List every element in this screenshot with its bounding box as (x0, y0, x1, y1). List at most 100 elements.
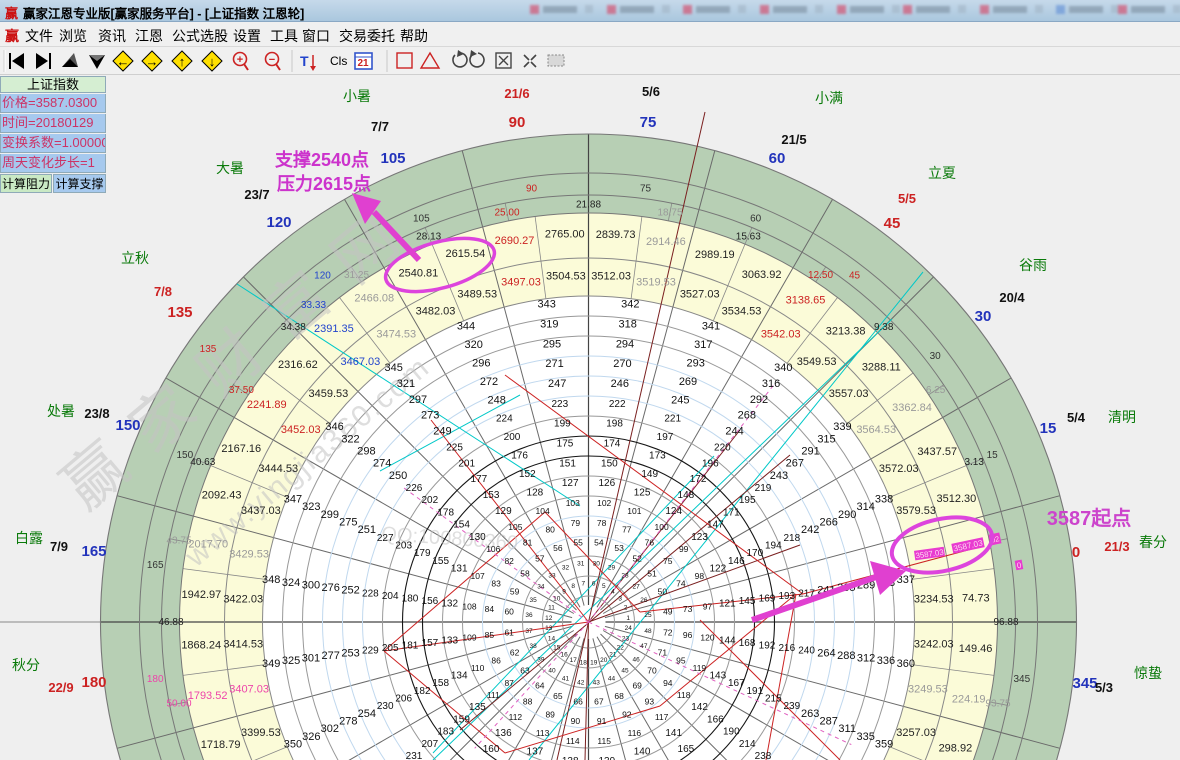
svg-text:46: 46 (632, 657, 640, 664)
svg-text:196: 196 (702, 458, 719, 469)
svg-text:→: → (146, 54, 159, 69)
svg-text:6.25: 6.25 (926, 385, 946, 396)
svg-text:126: 126 (598, 478, 615, 489)
svg-text:218: 218 (783, 533, 800, 544)
svg-text:71: 71 (658, 648, 668, 658)
svg-text:182: 182 (414, 686, 431, 697)
svg-text:247: 247 (548, 378, 566, 390)
svg-text:29: 29 (608, 565, 616, 572)
svg-text:140: 140 (634, 746, 651, 757)
svg-text:17: 17 (570, 657, 578, 664)
svg-text:74: 74 (676, 579, 686, 589)
svg-text:20: 20 (600, 657, 608, 664)
svg-text:3579.53: 3579.53 (896, 505, 936, 517)
svg-text:295: 295 (543, 338, 561, 350)
svg-text:132: 132 (441, 599, 458, 610)
svg-text:41: 41 (562, 675, 570, 682)
svg-text:146: 146 (728, 556, 745, 567)
svg-text:3213.38: 3213.38 (826, 325, 866, 337)
svg-text:201: 201 (458, 458, 475, 469)
svg-text:30: 30 (930, 351, 942, 362)
svg-text:40: 40 (548, 668, 556, 675)
svg-text:180: 180 (147, 674, 164, 685)
svg-text:148: 148 (678, 490, 695, 501)
svg-text:80: 80 (545, 525, 555, 535)
svg-text:147: 147 (707, 520, 724, 531)
svg-text:100: 100 (655, 522, 669, 532)
svg-text:345: 345 (385, 362, 403, 374)
svg-text:145: 145 (739, 596, 756, 607)
svg-text:13: 13 (545, 625, 553, 632)
svg-text:200: 200 (504, 432, 521, 443)
svg-text:340: 340 (774, 362, 792, 374)
svg-text:36: 36 (525, 612, 533, 619)
svg-text:296: 296 (472, 357, 490, 369)
svg-text:116: 116 (628, 728, 642, 738)
svg-text:56: 56 (553, 543, 563, 553)
svg-text:春分: 春分 (1139, 534, 1167, 550)
svg-text:3564.53: 3564.53 (856, 424, 896, 436)
svg-text:2092.43: 2092.43 (202, 490, 242, 502)
svg-text:31: 31 (577, 561, 585, 568)
svg-text:秋分: 秋分 (12, 657, 40, 673)
svg-text:231: 231 (406, 751, 423, 760)
svg-text:11: 11 (548, 605, 555, 612)
svg-text:183: 183 (437, 727, 454, 738)
svg-text:338: 338 (875, 494, 893, 506)
svg-text:3512.30: 3512.30 (937, 493, 977, 505)
svg-text:26: 26 (640, 597, 648, 604)
svg-text:1793.52: 1793.52 (188, 690, 228, 702)
svg-text:156: 156 (422, 596, 439, 607)
svg-text:95: 95 (676, 655, 686, 665)
svg-text:269: 269 (679, 376, 697, 388)
svg-text:153: 153 (483, 490, 500, 501)
svg-text:3242.03: 3242.03 (914, 639, 954, 651)
svg-text:66: 66 (573, 696, 583, 706)
svg-text:111: 111 (487, 690, 500, 700)
svg-text:70: 70 (647, 666, 657, 676)
svg-text:202: 202 (421, 495, 438, 506)
svg-text:254: 254 (358, 708, 376, 720)
svg-text:50: 50 (658, 586, 668, 596)
svg-text:271: 271 (545, 358, 563, 370)
svg-text:180: 180 (402, 594, 419, 605)
svg-text:336: 336 (877, 655, 895, 667)
svg-text:124: 124 (665, 506, 682, 517)
svg-text:3407.03: 3407.03 (229, 684, 269, 696)
svg-text:3288.11: 3288.11 (862, 361, 901, 373)
svg-text:2391.35: 2391.35 (314, 323, 354, 335)
svg-text:152: 152 (519, 469, 536, 480)
svg-text:274: 274 (373, 458, 391, 470)
svg-text:27: 27 (632, 584, 640, 591)
svg-text:支撑2540点: 支撑2540点 (274, 149, 369, 170)
svg-text:39: 39 (537, 657, 545, 664)
svg-text:3063.92: 3063.92 (742, 269, 782, 281)
svg-text:203: 203 (395, 541, 412, 552)
svg-text:53: 53 (614, 543, 624, 553)
svg-text:3414.53: 3414.53 (223, 639, 263, 651)
svg-text:86: 86 (491, 655, 501, 665)
svg-text:T: T (300, 53, 309, 69)
svg-text:82: 82 (504, 556, 514, 566)
svg-text:3452.03: 3452.03 (281, 424, 321, 436)
svg-text:192: 192 (759, 641, 776, 652)
svg-text:3399.53: 3399.53 (241, 727, 281, 739)
svg-text:立秋: 立秋 (121, 250, 149, 266)
svg-text:191: 191 (746, 686, 763, 697)
svg-text:114: 114 (566, 736, 580, 746)
svg-text:3497.03: 3497.03 (501, 277, 541, 289)
svg-text:125: 125 (634, 488, 651, 499)
svg-text:206: 206 (395, 694, 412, 705)
svg-text:105: 105 (380, 150, 405, 167)
svg-text:287: 287 (820, 716, 838, 728)
svg-text:50.00: 50.00 (166, 699, 191, 710)
svg-text:3534.53: 3534.53 (722, 306, 762, 318)
svg-text:298: 298 (357, 446, 375, 458)
svg-text:301: 301 (302, 653, 320, 665)
svg-text:处暑: 处暑 (47, 403, 75, 419)
svg-text:292: 292 (750, 394, 768, 406)
svg-text:122: 122 (709, 563, 726, 574)
svg-text:96: 96 (683, 630, 693, 640)
svg-text:5/4: 5/4 (1067, 410, 1086, 425)
svg-text:52: 52 (632, 554, 642, 564)
